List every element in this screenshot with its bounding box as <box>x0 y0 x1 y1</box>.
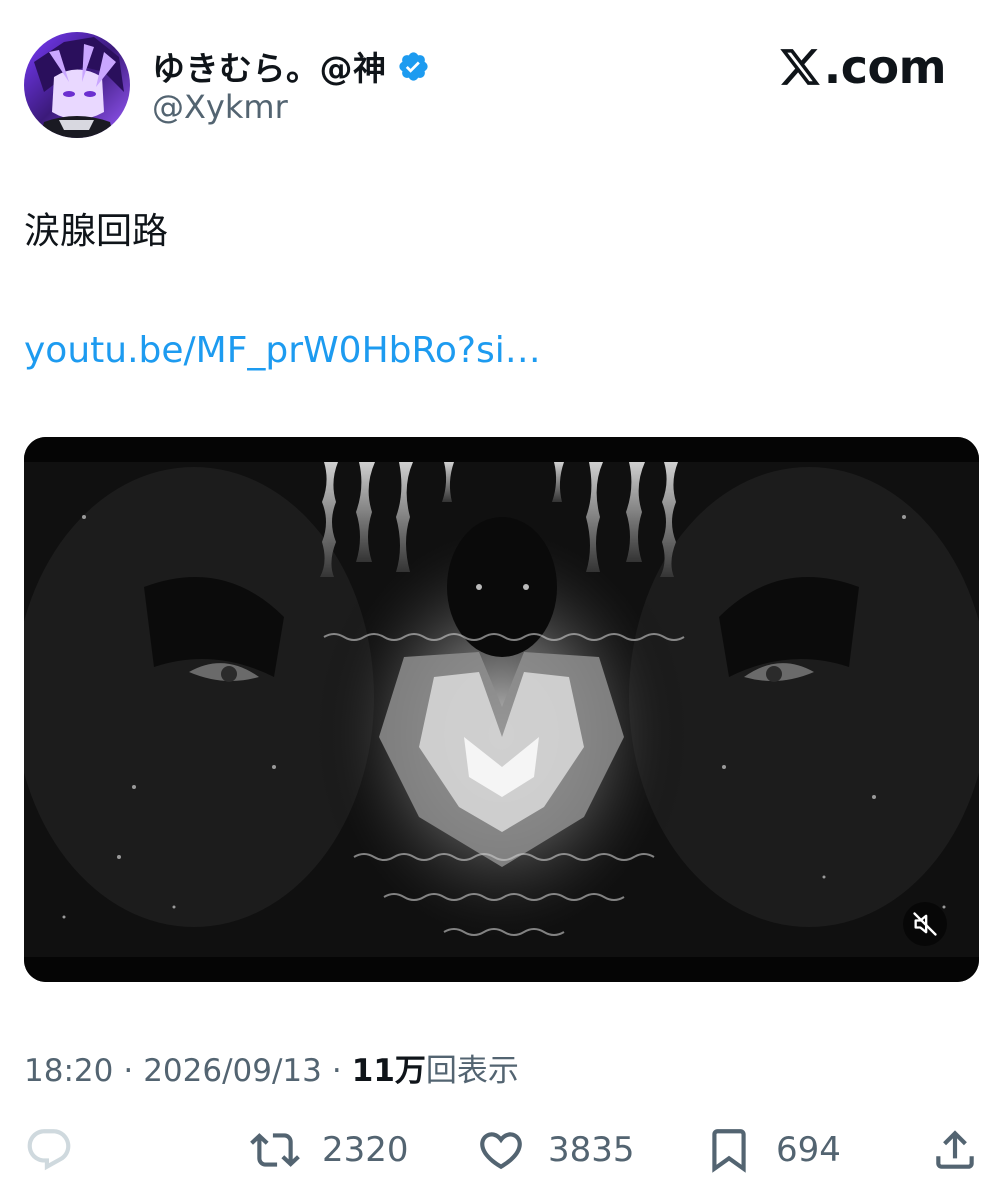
retweet-icon <box>250 1133 300 1167</box>
avatar[interactable] <box>24 32 130 138</box>
verified-badge-icon <box>398 51 428 81</box>
author-handle[interactable]: @Xykmr <box>152 88 288 126</box>
tweet-action-bar: 2320 3835 694 <box>0 1122 1004 1178</box>
x-logo-icon <box>780 49 820 85</box>
logo-text: .com <box>823 40 947 94</box>
heart-icon <box>480 1132 522 1170</box>
bookmark-icon <box>712 1129 746 1173</box>
bookmark-count: 694 <box>776 1130 841 1170</box>
tweet-time[interactable]: 18:20 <box>24 1053 113 1089</box>
author-display-name[interactable]: ゆきむら。@神 <box>152 42 387 90</box>
tweet-meta: 18:20 · 2026/09/13 · 11万 回表示 <box>24 1045 519 1090</box>
retweet-count: 2320 <box>322 1130 409 1170</box>
views-count: 11万 <box>351 1053 426 1089</box>
reply-button[interactable] <box>24 1122 74 1178</box>
video-player[interactable] <box>24 437 979 982</box>
muted-speaker-icon <box>913 912 937 936</box>
bookmark-button[interactable]: 694 <box>704 1122 841 1178</box>
mute-toggle-button[interactable] <box>903 902 947 946</box>
reply-icon <box>27 1129 71 1171</box>
views-label: 回表示 <box>425 1053 519 1089</box>
tweet-link[interactable]: youtu.be/MF_prW0HbRo?si… <box>24 330 541 371</box>
tweet-text: 涙腺回路 <box>24 211 169 252</box>
retweet-button[interactable]: 2320 <box>250 1122 409 1178</box>
share-icon <box>936 1130 974 1169</box>
meta-separator: · <box>123 1053 134 1089</box>
like-button[interactable]: 3835 <box>476 1122 635 1178</box>
tweet-date[interactable]: 2026/09/13 <box>143 1053 322 1089</box>
meta-separator: · <box>331 1053 342 1089</box>
x-com-logo: .com <box>778 40 947 94</box>
like-count: 3835 <box>548 1130 635 1170</box>
author-name-row[interactable]: ゆきむら。@神 <box>152 44 430 88</box>
share-button[interactable] <box>930 1122 980 1178</box>
